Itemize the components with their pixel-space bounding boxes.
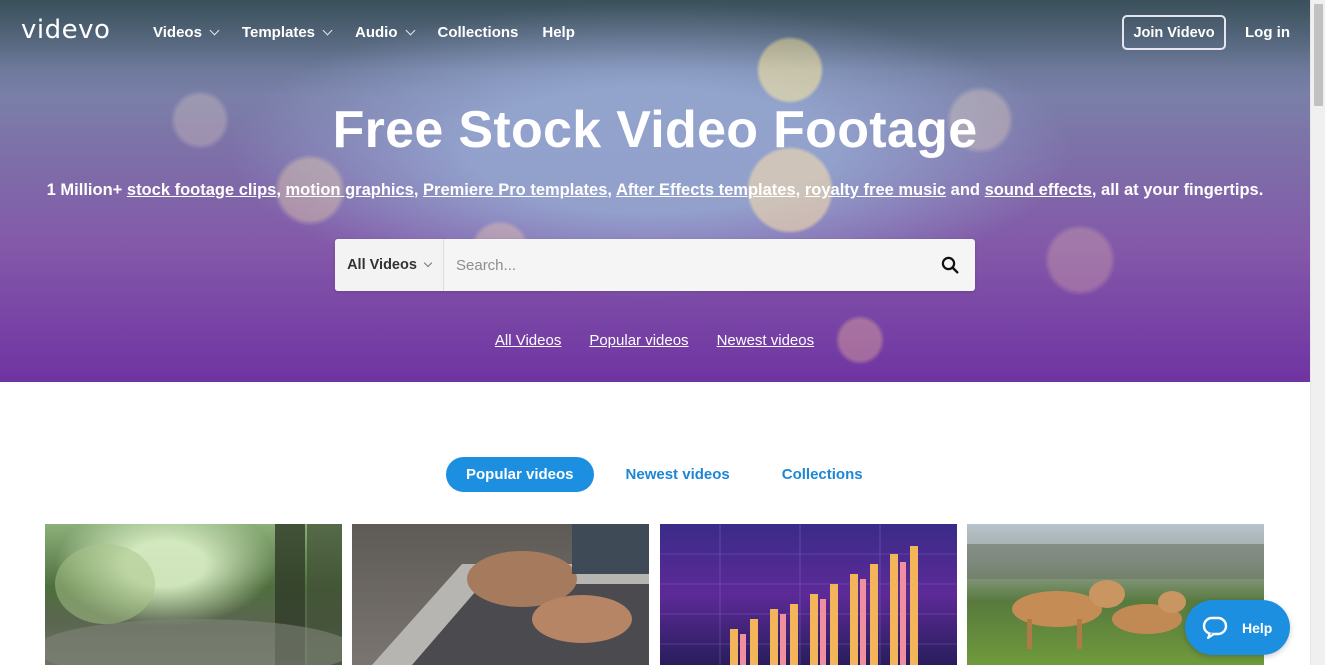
chat-bubble-icon xyxy=(1202,616,1228,639)
nav-item-audio[interactable]: Audio xyxy=(355,24,415,41)
top-nav: videvo Videos Templates Audio Collection… xyxy=(0,0,1310,66)
search-button[interactable] xyxy=(925,239,975,291)
hero-banner: videvo Videos Templates Audio Collection… xyxy=(0,0,1310,382)
laptop-typing-image xyxy=(372,524,649,665)
financial-chart-image xyxy=(660,524,957,665)
search-bar: All Videos xyxy=(335,239,975,291)
subtitle-text: 1 Million+ xyxy=(46,181,127,199)
sound-effects-link[interactable]: sound effects xyxy=(985,181,1092,199)
motion-graphics-link[interactable]: motion graphics xyxy=(286,181,414,199)
hero-quick-links: All Videos Popular videos Newest videos xyxy=(0,332,1310,349)
nav-item-label: Audio xyxy=(355,24,398,41)
search-icon xyxy=(941,256,959,274)
nav-item-label: Videos xyxy=(153,24,202,41)
newest-videos-link[interactable]: Newest videos xyxy=(717,332,815,349)
subtitle-text: , xyxy=(795,181,805,199)
nav-item-label: Help xyxy=(542,24,575,41)
chevron-down-icon xyxy=(423,258,433,268)
hero-subtitle: 1 Million+ stock footage clips, motion g… xyxy=(0,181,1310,200)
video-thumbnail-rain-forest[interactable] xyxy=(45,524,342,665)
search-category-label: All Videos xyxy=(347,257,417,273)
popular-videos-link[interactable]: Popular videos xyxy=(589,332,688,349)
nav-item-videos[interactable]: Videos xyxy=(153,24,220,41)
tab-newest-videos[interactable]: Newest videos xyxy=(606,457,750,492)
all-videos-link[interactable]: All Videos xyxy=(495,332,561,349)
join-button[interactable]: Join Videvo xyxy=(1122,15,1226,50)
premiere-templates-link[interactable]: Premiere Pro templates xyxy=(423,181,607,199)
page-scrollbar[interactable] xyxy=(1310,0,1325,665)
help-widget-button[interactable]: Help xyxy=(1185,600,1290,655)
videvo-logo[interactable]: videvo xyxy=(21,15,110,45)
subtitle-text: , xyxy=(413,181,424,199)
subtitle-text: , xyxy=(607,181,616,199)
chevron-down-icon xyxy=(209,25,220,36)
search-input[interactable] xyxy=(444,239,925,291)
video-tabs: Popular videos Newest videos Collections xyxy=(446,457,883,492)
help-widget-label: Help xyxy=(1242,619,1273,636)
nav-item-help[interactable]: Help xyxy=(542,24,575,41)
stock-footage-link[interactable]: stock footage clips xyxy=(127,181,276,199)
nav-item-label: Templates xyxy=(241,24,316,41)
chevron-down-icon xyxy=(322,25,333,36)
video-thumbnail-laptop-typing[interactable] xyxy=(352,524,649,665)
hero-title: Free Stock Video Footage xyxy=(332,101,978,159)
after-effects-templates-link[interactable]: After Effects templates xyxy=(616,181,796,199)
nav-item-label: Collections xyxy=(437,24,519,41)
chevron-down-icon xyxy=(405,25,415,36)
search-category-select[interactable]: All Videos xyxy=(335,239,444,291)
login-link[interactable]: Log in xyxy=(1245,24,1290,41)
royalty-free-music-link[interactable]: royalty free music xyxy=(805,181,946,199)
subtitle-text: , xyxy=(276,181,286,199)
rain-forest-image xyxy=(45,524,342,665)
scrollbar-thumb[interactable] xyxy=(1314,4,1323,106)
nav-item-templates[interactable]: Templates xyxy=(241,24,333,41)
tab-popular-videos[interactable]: Popular videos xyxy=(446,457,594,492)
video-thumbnail-financial-chart[interactable] xyxy=(660,524,957,665)
tab-collections[interactable]: Collections xyxy=(762,457,883,492)
subtitle-text: , all at your fingertips. xyxy=(1091,181,1264,199)
nav-links: Videos Templates Audio Collections Help xyxy=(153,24,599,41)
subtitle-text: and xyxy=(946,181,985,199)
nav-item-collections[interactable]: Collections xyxy=(438,24,519,41)
